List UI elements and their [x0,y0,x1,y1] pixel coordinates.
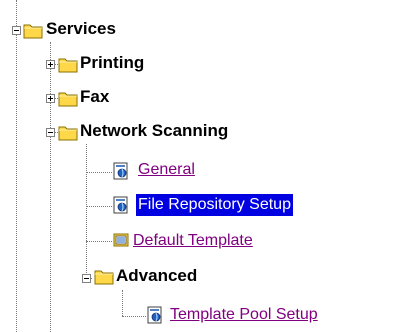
tree-node-advanced[interactable]: Advanced [116,265,197,287]
minus-icon [84,278,89,279]
tree-node-network-scanning[interactable]: Network Scanning [80,120,228,142]
expand-toggle-fax[interactable] [46,94,55,103]
document-icon [113,162,128,180]
tree-connector [16,0,17,332]
tree-link-default-template[interactable]: Default Template [131,230,255,252]
tree-connector [86,206,112,207]
folder-icon [58,92,78,107]
document-icon [113,196,128,214]
tree-connector [86,144,87,283]
tree-node-fax[interactable]: Fax [80,86,109,108]
collapse-toggle-services[interactable] [12,26,21,35]
folder-icon [58,126,78,141]
tree-connector [122,290,123,316]
minus-icon [48,132,53,133]
tree-node-printing[interactable]: Printing [80,52,144,74]
minus-icon [14,30,19,31]
document-list-icon [113,233,129,247]
tree-view: Services Printing Fax Network Scanning G… [0,0,393,332]
tree-connector [122,316,146,317]
tree-connector [50,42,51,332]
collapse-toggle-network-scanning[interactable] [46,128,55,137]
tree-connector [86,241,112,242]
tree-connector [86,172,112,173]
tree-link-template-pool-setup[interactable]: Template Pool Setup [168,304,320,326]
tree-link-file-repository-setup[interactable]: File Repository Setup [136,194,293,216]
tree-link-general[interactable]: General [136,159,197,181]
folder-icon [23,24,43,39]
tree-node-services[interactable]: Services [46,18,116,40]
collapse-toggle-advanced[interactable] [82,274,91,283]
folder-icon [58,58,78,73]
expand-toggle-printing[interactable] [46,60,55,69]
document-icon [147,306,162,324]
folder-icon [94,270,114,285]
